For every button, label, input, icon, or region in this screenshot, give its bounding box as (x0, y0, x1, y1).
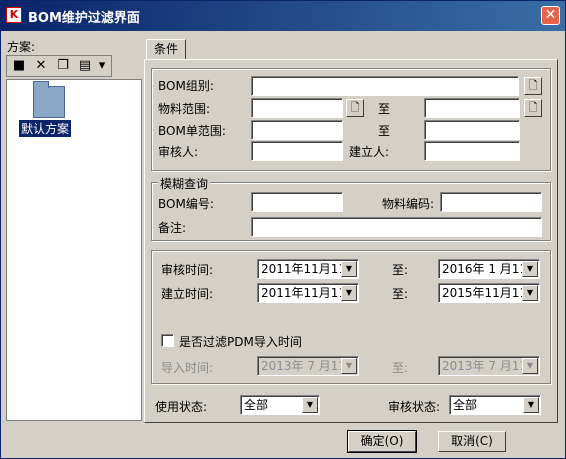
tab-conditions[interactable]: 条件 (146, 39, 186, 60)
copy-icon[interactable]: ❐ (53, 57, 73, 75)
create-time-to-picker[interactable]: 2015年11月11日 ▼ (438, 283, 540, 303)
bom-group-field[interactable] (251, 76, 519, 96)
material-code-label: 物料编码: (382, 197, 435, 211)
chevron-down-icon[interactable]: ▼ (522, 285, 538, 301)
material-range-to-field[interactable] (424, 98, 520, 118)
chevron-down-icon[interactable]: ▼ (341, 285, 357, 301)
audit-time-label: 审核时间: (161, 263, 214, 277)
properties-icon[interactable]: ▤ (75, 57, 95, 75)
audit-to-label: 至: (392, 263, 409, 277)
save-icon[interactable]: ■ (9, 57, 29, 75)
chevron-down-icon: ▼ (522, 358, 538, 374)
bom-no-label: BOM编号: (158, 197, 214, 211)
folder-icon[interactable] (33, 81, 65, 118)
material-to-browse-icon[interactable]: 🗋 (524, 99, 542, 117)
bom-list-range-from-field[interactable] (251, 120, 343, 140)
fuzzy-query-legend: 模糊查询 (158, 175, 211, 192)
material-code-field[interactable] (440, 192, 542, 212)
tree-item-default-scheme[interactable]: 默认方案 (19, 120, 72, 137)
remark-field[interactable] (251, 217, 542, 237)
audit-status-select[interactable]: 全部 ▼ (449, 395, 541, 415)
bom-no-field[interactable] (251, 192, 343, 212)
use-status-value: 全部 (244, 398, 269, 412)
scheme-tree[interactable]: 默认方案 (6, 79, 142, 421)
chevron-down-icon[interactable]: ▼ (522, 261, 538, 277)
create-time-from-picker[interactable]: 2011年11月11日 ▼ (257, 283, 359, 303)
bom-list-range-to-field[interactable] (424, 120, 520, 140)
app-icon: K (6, 7, 22, 23)
filter-dialog: K BOM维护过滤界面 ✕ 方案: ■ ✕ ❐ ▤ ▾ 默认方案 条件 BOM组… (0, 0, 566, 459)
chevron-down-icon[interactable]: ▾ (95, 57, 109, 75)
scheme-toolbar: ■ ✕ ❐ ▤ ▾ (6, 55, 112, 77)
audit-time-from-picker[interactable]: 2011年11月11日 ▼ (257, 259, 359, 279)
create-time-label: 建立时间: (161, 287, 214, 301)
creator-label: 建立人: (349, 145, 390, 159)
auditor-label: 审核人: (158, 145, 199, 159)
bom-list-range-label: BOM单范围: (158, 124, 226, 138)
creator-field[interactable] (424, 141, 520, 161)
ok-button[interactable]: 确定(O) (347, 430, 417, 453)
bom-group-browse-icon[interactable]: 🗋 (524, 77, 542, 95)
window-title: BOM维护过滤界面 (28, 11, 140, 26)
audit-status-label: 审核状态: (388, 400, 441, 414)
audit-time-to-picker[interactable]: 2016年 1 月11日 ▼ (438, 259, 540, 279)
use-status-label: 使用状态: (155, 400, 208, 414)
chevron-down-icon[interactable]: ▼ (341, 261, 357, 277)
import-time-from-picker: 2013年 7 月11日 ▼ (257, 356, 359, 376)
bom-group-label: BOM组别: (158, 79, 214, 93)
to-label: 至 (378, 102, 391, 116)
create-to-label: 至: (392, 287, 409, 301)
audit-status-value: 全部 (453, 398, 478, 412)
delete-icon[interactable]: ✕ (31, 57, 51, 75)
pdm-filter-checkbox[interactable] (161, 334, 174, 347)
material-from-browse-icon[interactable]: 🗋 (346, 99, 364, 117)
title-bar[interactable]: K BOM维护过滤界面 ✕ (1, 1, 565, 31)
to-label: 至 (378, 124, 391, 138)
auditor-field[interactable] (251, 141, 343, 161)
pdm-filter-label: 是否过滤PDM导入时间 (179, 335, 302, 349)
material-range-label: 物料范围: (158, 102, 211, 116)
chevron-down-icon: ▼ (341, 358, 357, 374)
use-status-select[interactable]: 全部 ▼ (240, 395, 320, 415)
import-time-to-picker: 2013年 7 月11日 ▼ (438, 356, 540, 376)
import-time-label: 导入时间: (161, 361, 214, 375)
chevron-down-icon[interactable]: ▼ (523, 397, 539, 413)
cancel-button[interactable]: 取消(C) (438, 431, 506, 452)
material-range-from-field[interactable] (251, 98, 343, 118)
import-to-label: 至: (392, 361, 409, 375)
remark-label: 备注: (158, 221, 187, 235)
scheme-label: 方案: (7, 40, 36, 54)
close-button[interactable]: ✕ (541, 6, 560, 25)
chevron-down-icon[interactable]: ▼ (302, 397, 318, 413)
